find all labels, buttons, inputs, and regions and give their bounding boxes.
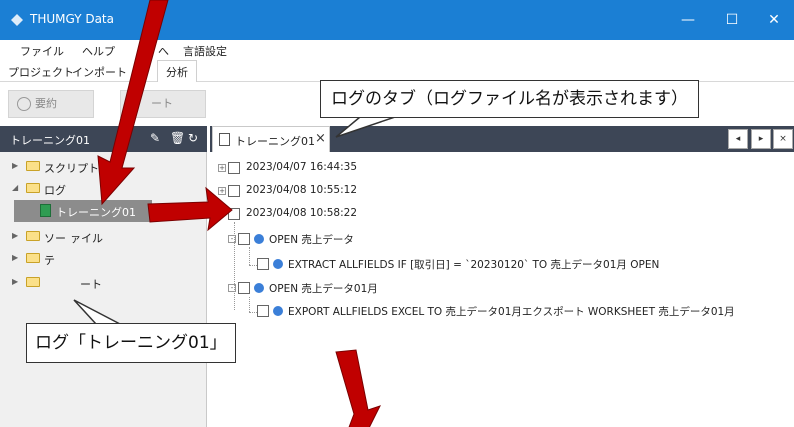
red-arrow (97, 0, 169, 206)
red-arrow (335, 349, 381, 427)
callout-pointer (335, 116, 396, 138)
red-arrow (147, 186, 233, 232)
callout-pointer (73, 299, 121, 325)
tab-callout: ログのタブ（ログファイル名が表示されます） (320, 80, 699, 118)
log-callout: ログ「トレーニング01」 (26, 323, 236, 363)
